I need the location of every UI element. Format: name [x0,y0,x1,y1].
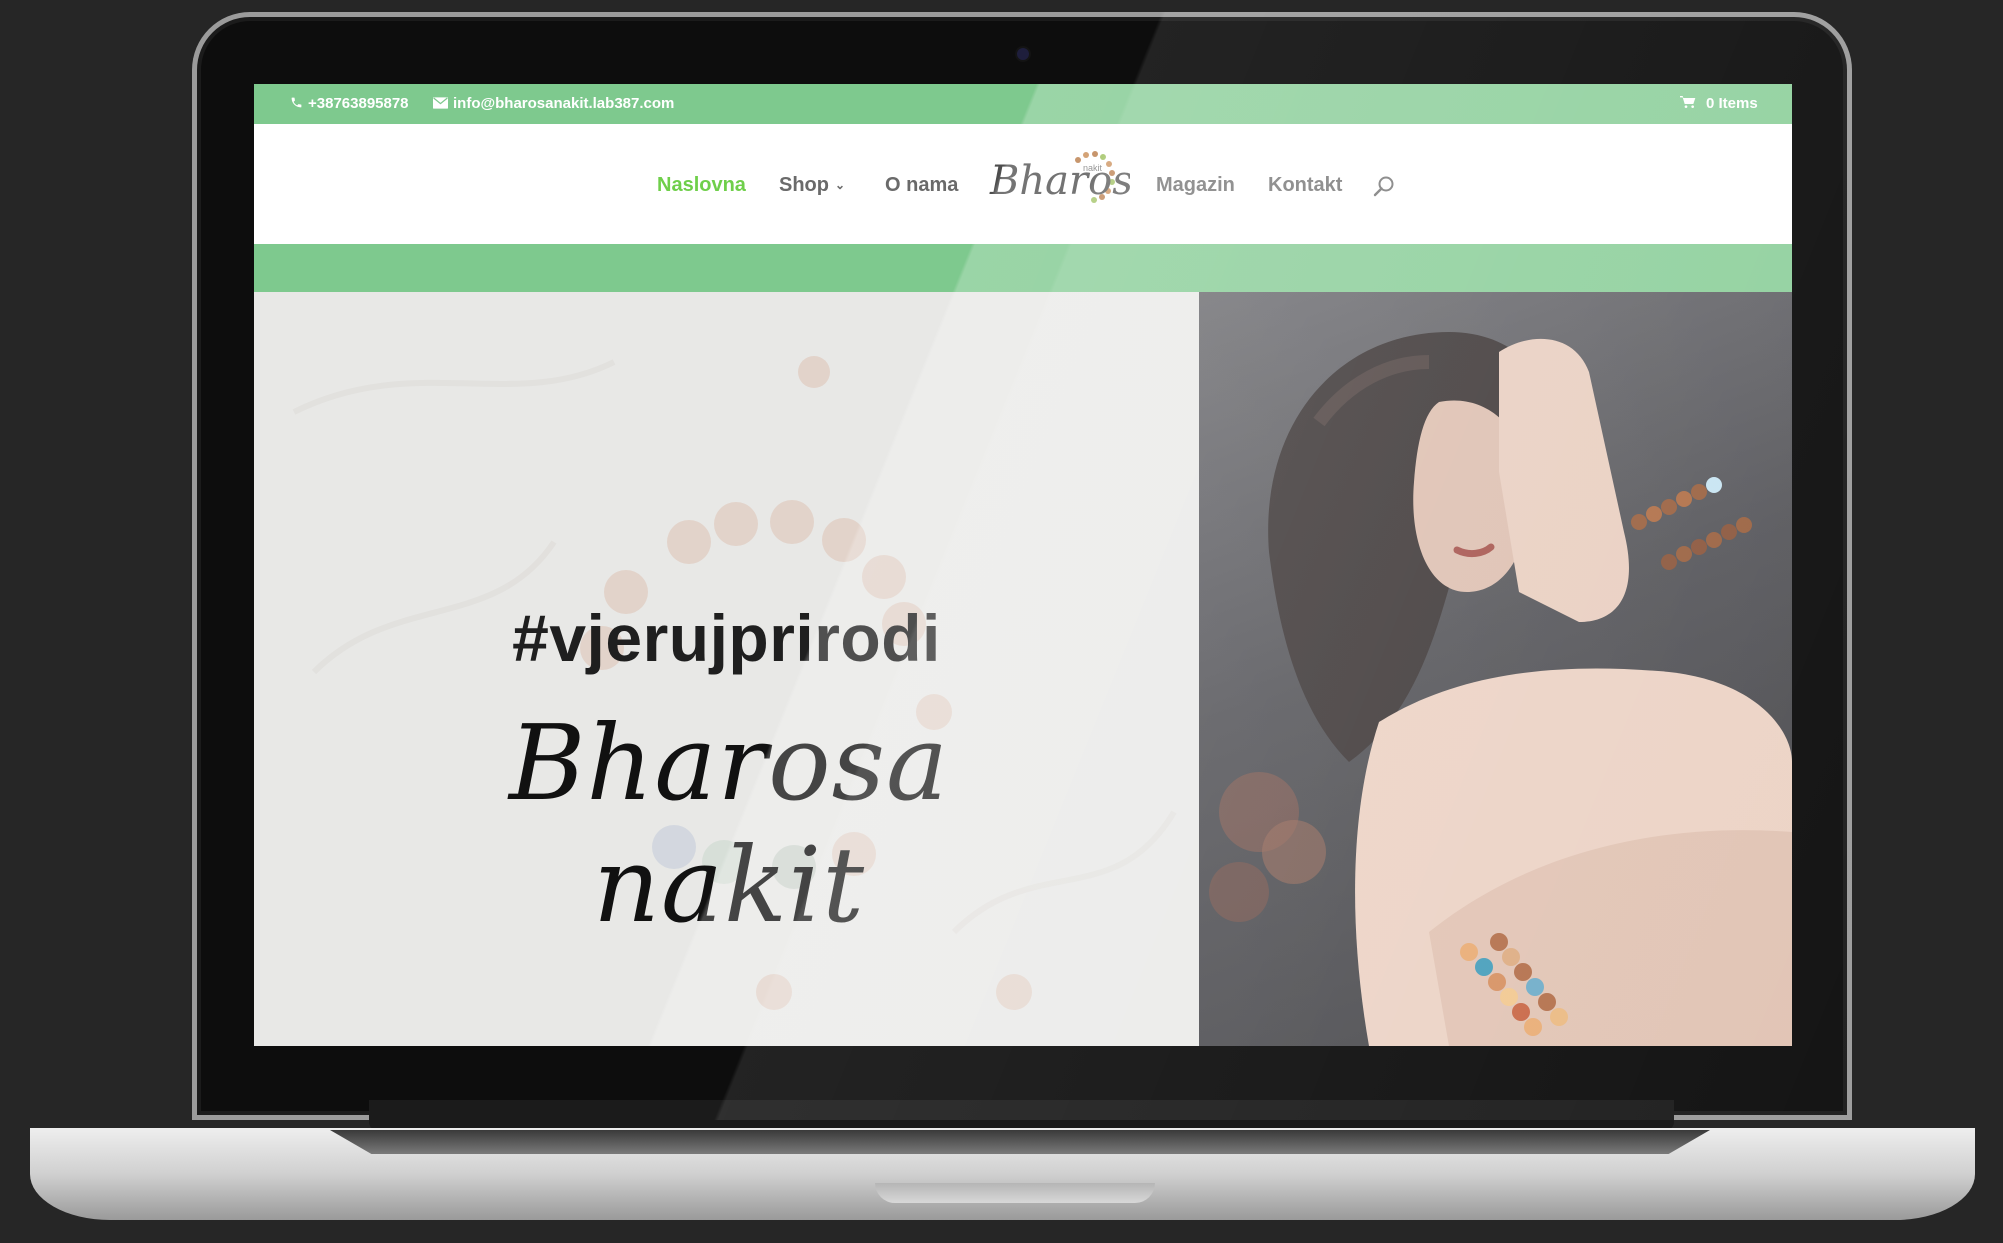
keyboard-edge [330,1130,1710,1154]
main-header: Naslovna Shop ⌄ O nama Bharosa [254,124,1792,244]
email-address: info@bharosanakit.lab387.com [453,95,675,112]
top-info-bar: +38763895878 info@bharosanakit.lab387.co… [254,84,1792,124]
hero-model-photo [1199,292,1792,1046]
nav-shop-label: Shop [779,174,829,196]
search-icon[interactable] [1372,174,1396,198]
wooden-bead-bracelet [1631,477,1752,570]
trackpad-notch [875,1183,1155,1203]
cart-link[interactable]: 0 Items [1680,95,1758,112]
phone-icon [290,96,303,112]
logo-small-text: nakit [1083,163,1103,173]
cart-count: 0 Items [1706,95,1758,112]
nav-magazin[interactable]: Magazin [1156,174,1235,197]
background-plant [1209,772,1326,922]
nav-naslovna[interactable]: Naslovna [657,174,746,197]
hero-hashtag: #vjerujprirodi [512,601,941,675]
hero-title: Bharosa nakit [508,702,950,946]
nav-o-nama[interactable]: O nama [885,174,958,197]
bharosa-logo[interactable]: Bharosa nakit [982,142,1157,214]
email-contact[interactable]: info@bharosanakit.lab387.com [433,95,674,112]
phone-contact[interactable]: +38763895878 [290,95,409,112]
green-divider-band [254,244,1792,292]
hero-text-panel: #vjerujprirodi Bharosa nakit [254,292,1199,1046]
cart-icon [1680,95,1696,112]
logo-script: Bharosa [989,158,1130,204]
camera-icon [1017,48,1029,60]
envelope-icon [433,96,448,112]
phone-number: +38763895878 [308,95,409,112]
chevron-down-icon: ⌄ [835,178,846,192]
website-screen: +38763895878 info@bharosanakit.lab387.co… [254,84,1792,1046]
nav-shop[interactable]: Shop ⌄ [779,174,845,197]
nav-kontakt[interactable]: Kontakt [1268,174,1342,197]
laptop-hinge [369,1100,1674,1130]
